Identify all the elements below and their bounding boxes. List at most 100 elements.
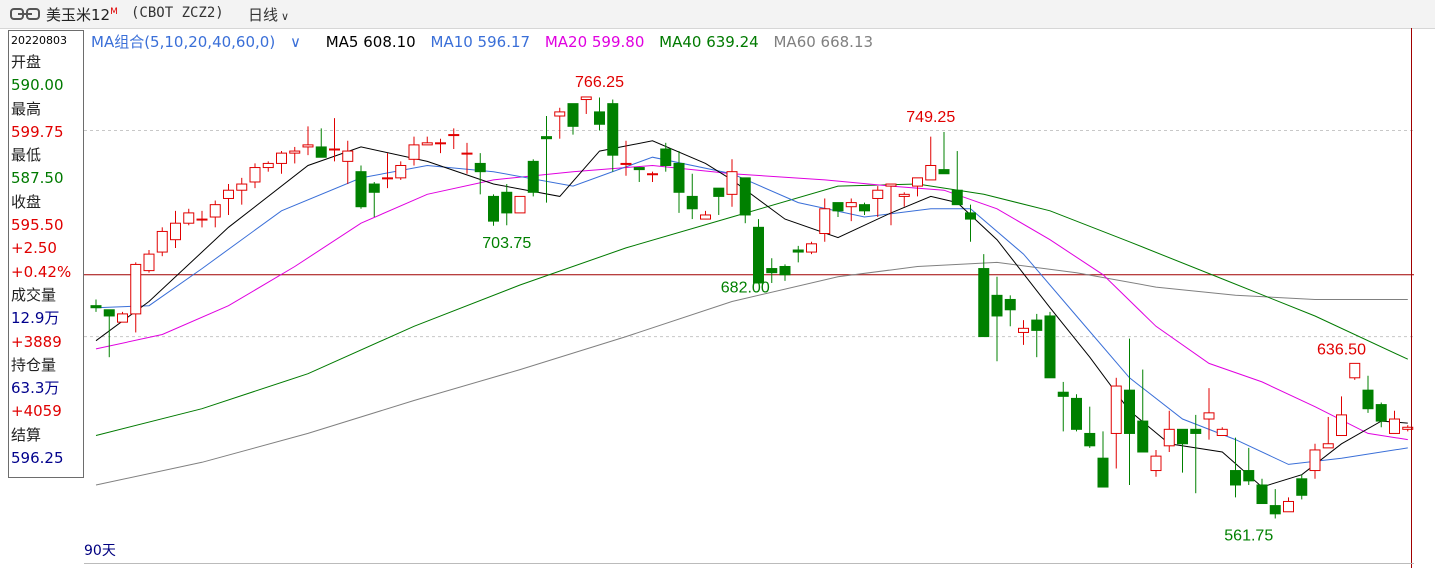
- candle-body: [103, 309, 115, 317]
- candle-body: [580, 96, 592, 101]
- candle-body: [355, 171, 367, 208]
- candle-body: [342, 150, 354, 162]
- candle-body: [859, 204, 870, 212]
- candle-body: [1362, 389, 1374, 410]
- candle-body: [302, 144, 314, 148]
- candle-body: [1283, 500, 1294, 513]
- price-annotation: 636.50: [1317, 341, 1366, 358]
- candle-body: [1269, 505, 1281, 515]
- legend-ma5: MA5 608.10: [325, 33, 416, 51]
- link-icon[interactable]: [10, 6, 40, 22]
- candlestick-chart[interactable]: 766.25 703.75 749.25 682.00 561.75 636.50: [84, 28, 1414, 563]
- candle-body: [183, 212, 195, 224]
- candle-body: [501, 191, 513, 214]
- settle-value: 596.25: [11, 449, 64, 468]
- candle-body: [686, 195, 698, 210]
- candle-body: [329, 148, 340, 151]
- candle-body: [647, 173, 658, 176]
- legend-ma20: MA20 599.80: [544, 33, 645, 51]
- candle-body: [951, 189, 963, 206]
- candle-body: [1296, 478, 1308, 496]
- candle-body: [1018, 327, 1029, 333]
- candle-body: [673, 162, 685, 193]
- bottom-indicator-strip: [84, 563, 1414, 569]
- instrument-code: (CBOT ZCZ2): [131, 5, 224, 21]
- candle-body: [1071, 397, 1082, 430]
- candle-body: [594, 111, 605, 125]
- high-label: 最高: [11, 99, 42, 118]
- days-label: 90天: [84, 543, 116, 559]
- candle-body: [249, 167, 261, 183]
- candle-body: [1375, 404, 1387, 422]
- candle-body: [514, 195, 526, 214]
- candle-body: [130, 263, 142, 315]
- candle-body: [1150, 455, 1162, 472]
- candle-body: [1110, 385, 1122, 434]
- price-annotation: 703.75: [482, 235, 531, 252]
- candle-body: [607, 103, 619, 156]
- chevron-down-icon: ∨: [281, 10, 290, 23]
- ma40-line: [95, 183, 1409, 436]
- candle-body: [567, 103, 579, 127]
- candle-body: [236, 183, 248, 191]
- candle-body: [474, 162, 486, 173]
- legend-ma10: MA10 596.17: [430, 33, 531, 51]
- candle-body: [938, 169, 950, 175]
- candle-body: [527, 160, 539, 193]
- candle-body: [700, 214, 711, 220]
- candle-body: [421, 142, 433, 146]
- candle-body: [435, 142, 446, 145]
- price-annotation: 766.25: [575, 74, 624, 91]
- candle-body: [925, 164, 937, 181]
- candle-body: [223, 189, 234, 199]
- candle-body: [1322, 443, 1334, 449]
- open-label: 开盘: [11, 53, 42, 71]
- price-annotation: 682.00: [721, 280, 770, 297]
- candle-body: [554, 111, 566, 117]
- candle-body: [898, 193, 910, 197]
- quote-info-panel: 20220803 开盘 590.00 最高 599.75 最低 587.50 收…: [8, 30, 84, 478]
- candle-body: [541, 136, 552, 140]
- candle-body: [382, 177, 393, 180]
- candle-body: [885, 183, 897, 187]
- candle-body: [170, 222, 181, 241]
- instrument-name: 美玉米12M: [46, 6, 118, 24]
- candle-body: [1137, 420, 1149, 453]
- candle-body: [792, 249, 804, 253]
- candle-body: [991, 294, 1003, 317]
- info-date: 20220803: [11, 34, 67, 47]
- close-value: 595.50: [11, 216, 64, 235]
- ma-combo-selector[interactable]: MA组合(5,10,20,40,60,0) ∨: [91, 33, 311, 51]
- ma5-line: [95, 140, 1408, 488]
- high-value: 599.75: [11, 122, 64, 141]
- candle-body: [819, 208, 831, 235]
- candle-body: [408, 144, 420, 160]
- candle-body: [1124, 389, 1135, 434]
- period-dropdown[interactable]: 日线 ∨: [248, 4, 289, 25]
- candle-body: [90, 305, 102, 309]
- candle-body: [726, 171, 738, 195]
- candle-body: [1336, 414, 1347, 437]
- title-bar: 美玉米12M (CBOT ZCZ2) 日线 ∨: [0, 0, 1435, 29]
- volume-value: 12.9万: [11, 309, 60, 328]
- candle-body: [1190, 428, 1202, 434]
- candle-body: [1044, 315, 1056, 379]
- candle-body: [1230, 470, 1241, 486]
- candle-body: [1243, 470, 1255, 482]
- volume-change-value: +3889: [11, 332, 62, 351]
- candle-body: [289, 150, 301, 154]
- right-divider: [1411, 28, 1412, 568]
- settle-label: 结算: [11, 425, 42, 444]
- candle-body: [660, 148, 672, 166]
- candle-body: [156, 230, 168, 253]
- candle-body: [1084, 432, 1096, 447]
- candle-body: [713, 187, 725, 197]
- candle-body: [620, 162, 632, 165]
- candle-body: [1177, 428, 1188, 445]
- candle-body: [395, 164, 407, 179]
- candle-body: [766, 268, 778, 274]
- low-label: 最低: [11, 146, 42, 165]
- candle-body: [845, 202, 857, 208]
- oi-value: 63.3万: [11, 379, 60, 398]
- candle-body: [1031, 319, 1043, 331]
